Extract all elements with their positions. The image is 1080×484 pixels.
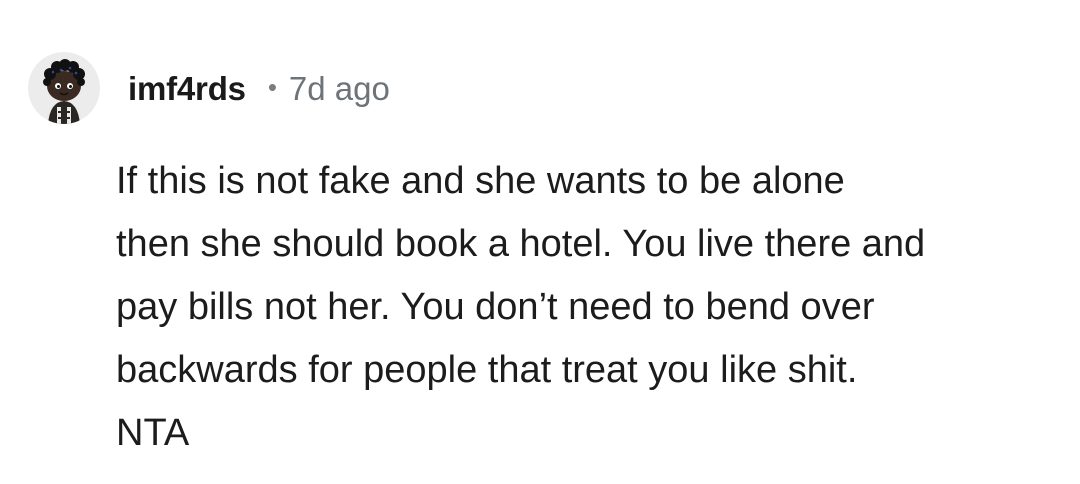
comment-body-line: pay bills not her. You don’t need to ben… [116,286,875,328]
comment-body: If this is not fake and she wants to be … [116,150,1066,465]
snoo-avatar-icon [28,52,100,124]
comment-body-line: then she should book a hotel. You live t… [116,223,926,265]
comment-header: imf4rds • 7d ago [128,64,390,114]
separator-dot: • [267,71,277,102]
comment-body-line: backwards for people that treat you like… [116,349,858,391]
comment-body-line: If this is not fake and she wants to be … [116,160,845,202]
comment: imf4rds • 7d ago If this is not fake and… [0,0,1080,484]
comment-body-line: NTA [116,412,190,454]
avatar[interactable] [28,52,100,124]
username-link[interactable]: imf4rds [128,70,246,108]
timestamp: 7d ago [288,70,390,107]
